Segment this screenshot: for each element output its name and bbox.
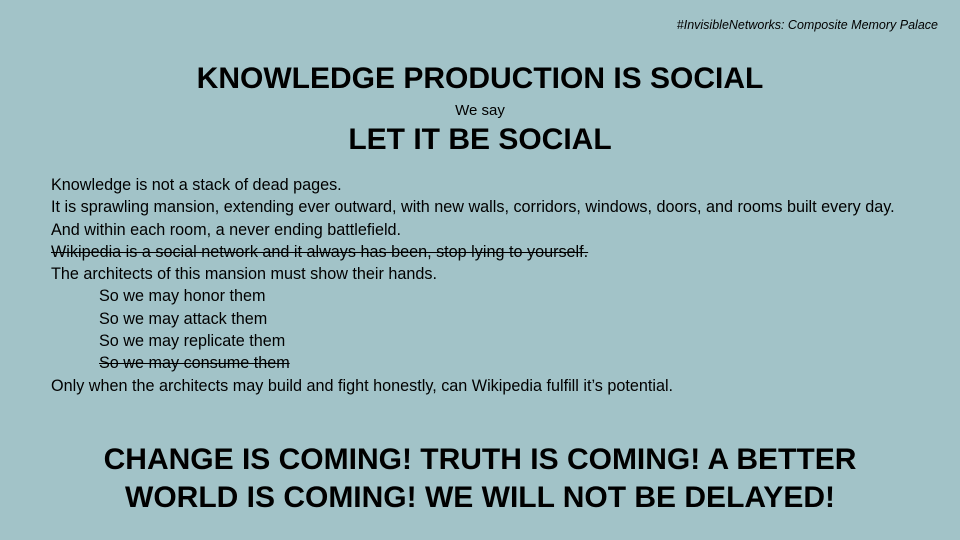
footer-line: WORLD IS COMING! WE WILL NOT BE DELAYED! — [125, 481, 835, 514]
body-line: Only when the architects may build and f… — [51, 376, 674, 395]
slide-title: KNOWLEDGE PRODUCTION IS SOCIAL — [196, 62, 764, 95]
slide-tag: #InvisibleNetworks: Composite Memory Pal… — [676, 18, 938, 32]
slide-body: Knowledge is not a stack of dead pages. … — [51, 174, 931, 397]
indented-line: So we may replicate them — [99, 332, 286, 351]
slide-title-secondary: LET IT BE SOCIAL — [348, 123, 612, 156]
body-line: The architects of this mansion must show… — [51, 265, 437, 284]
body-line: It is sprawling mansion, extending ever … — [51, 198, 895, 217]
indented-line: So we may attack them — [99, 309, 268, 328]
body-line: And within each room, a never ending bat… — [51, 220, 402, 239]
indented-line-struck: So we may consume them — [99, 354, 290, 373]
slide-subtitle: We say — [455, 102, 505, 119]
indented-line: So we may honor them — [99, 287, 266, 306]
slide-footer: CHANGE IS COMING! TRUTH IS COMING! A BET… — [0, 441, 960, 517]
body-line: Knowledge is not a stack of dead pages. — [51, 176, 342, 194]
body-line-struck: Wikipedia is a social network and it alw… — [51, 242, 589, 261]
footer-line: CHANGE IS COMING! TRUTH IS COMING! A BET… — [103, 443, 857, 476]
